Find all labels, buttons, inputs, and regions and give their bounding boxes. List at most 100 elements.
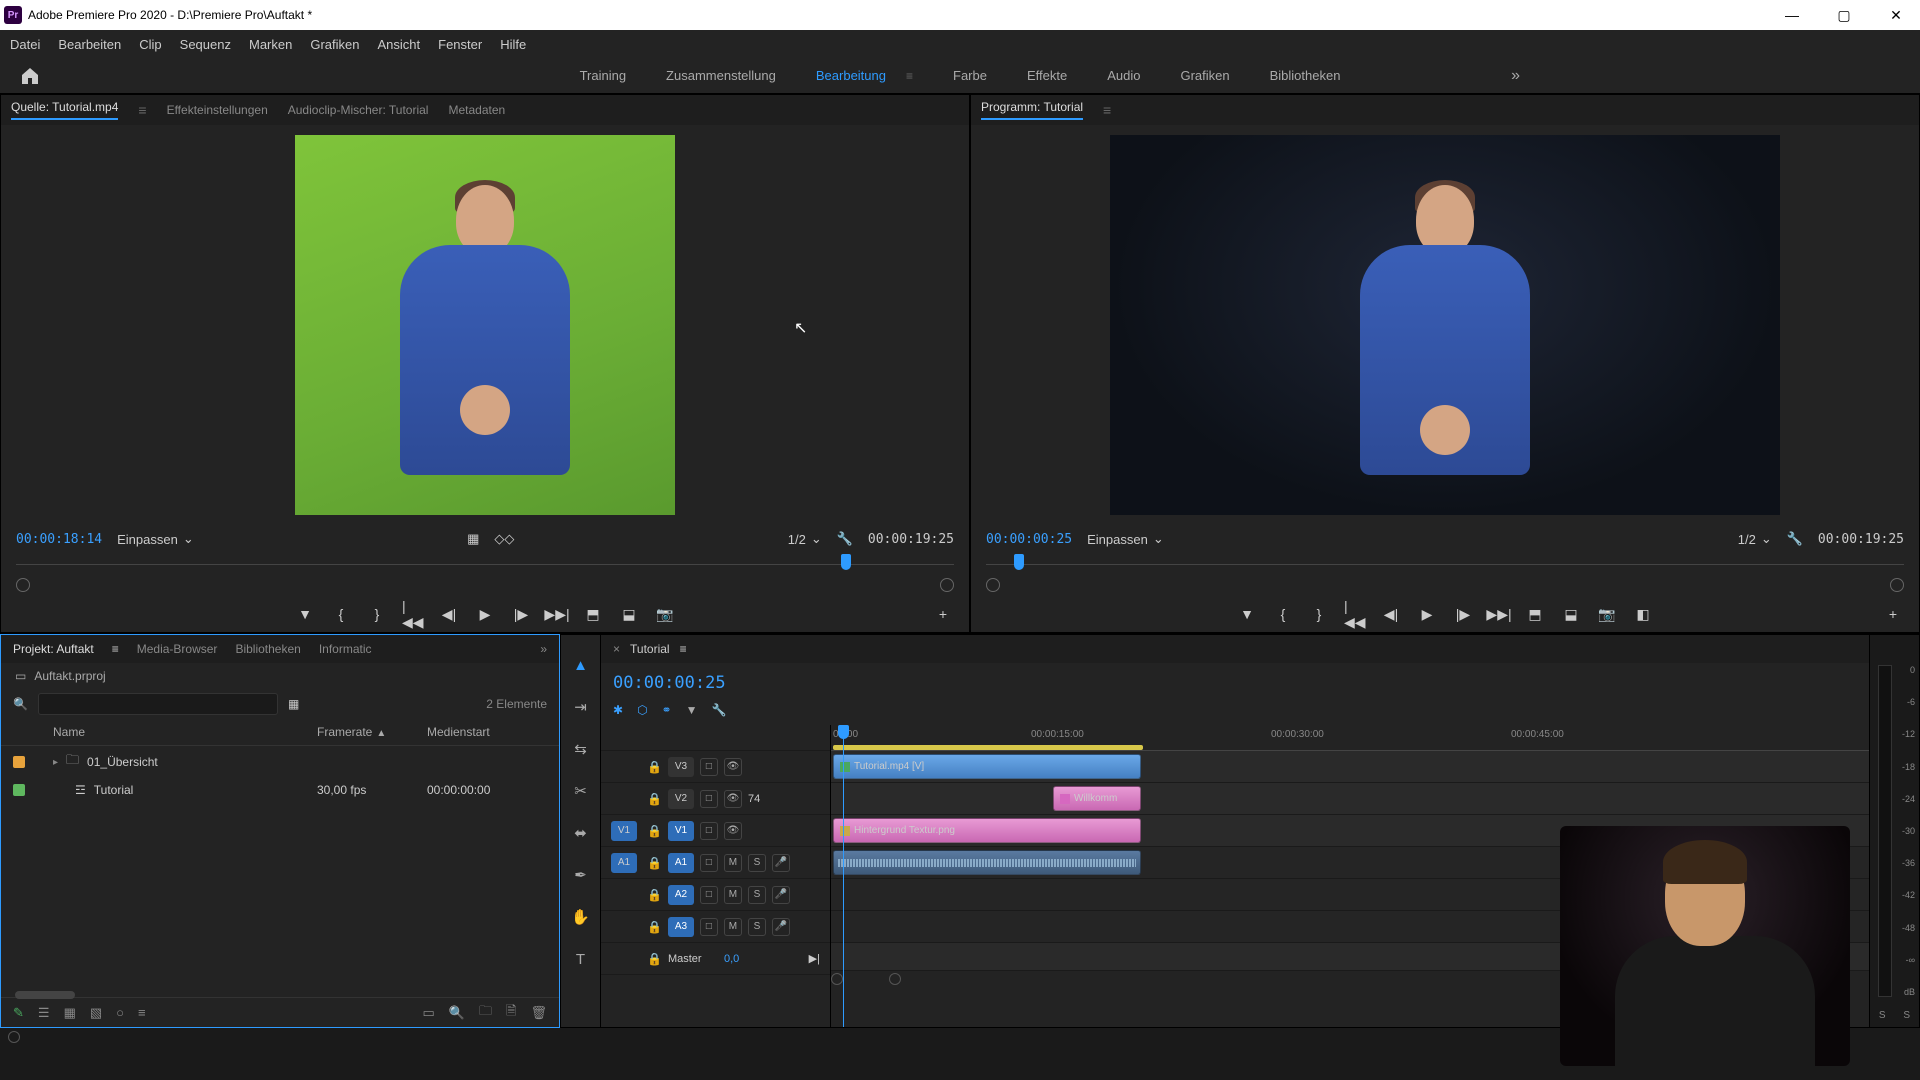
track-header-v2[interactable]: 🔒 V2 □ 👁 74 xyxy=(601,783,830,815)
eye-icon[interactable]: 👁 xyxy=(724,822,742,840)
add-marker-icon[interactable]: ▼ xyxy=(1236,603,1258,625)
delete-icon[interactable]: 🗑 xyxy=(530,1005,547,1021)
auto-match-icon[interactable]: ▭ xyxy=(423,1005,435,1021)
eye-icon[interactable]: 👁 xyxy=(724,790,742,808)
home-icon[interactable] xyxy=(20,67,40,85)
tab-info[interactable]: Informatic xyxy=(319,642,372,656)
linked-selection-icon[interactable]: ⚭ xyxy=(662,703,672,717)
menu-clip[interactable]: Clip xyxy=(139,37,161,52)
step-forward-icon[interactable]: |▶ xyxy=(1452,603,1474,625)
playhead-handle[interactable] xyxy=(838,725,849,739)
menu-grafiken[interactable]: Grafiken xyxy=(310,37,359,52)
write-icon[interactable]: ✎ xyxy=(13,1005,24,1021)
workspace-farbe[interactable]: Farbe xyxy=(953,68,987,83)
program-tab[interactable]: Programm: Tutorial xyxy=(981,100,1083,120)
ripple-edit-tool-icon[interactable]: ⇆ xyxy=(569,737,593,761)
pen-tool-icon[interactable]: ✒ xyxy=(569,863,593,887)
mark-out-icon[interactable]: } xyxy=(366,603,388,625)
source-patch-v1[interactable]: V1 xyxy=(611,821,637,841)
selection-tool-icon[interactable]: ▲ xyxy=(569,653,593,677)
lock-icon[interactable]: 🔒 xyxy=(647,888,662,902)
slip-tool-icon[interactable]: ⬌ xyxy=(569,821,593,845)
tab-audio-mixer[interactable]: Audioclip-Mischer: Tutorial xyxy=(288,103,429,117)
wrench-icon[interactable]: 🔧 xyxy=(837,531,853,547)
horizontal-scrollbar[interactable] xyxy=(15,991,75,999)
menu-ansicht[interactable]: Ansicht xyxy=(377,37,420,52)
workspace-training[interactable]: Training xyxy=(580,68,626,83)
voiceover-icon[interactable]: 🎤 xyxy=(772,854,790,872)
freeform-icon[interactable]: ▦ xyxy=(288,697,299,711)
add-marker-icon[interactable]: ▼ xyxy=(294,603,316,625)
sequence-menu-icon[interactable]: ≡ xyxy=(680,642,687,656)
new-item-icon[interactable]: 🗎 xyxy=(506,1002,516,1024)
tab-effect-controls[interactable]: Effekteinstellungen xyxy=(167,103,268,117)
tab-media-browser[interactable]: Media-Browser xyxy=(137,642,218,656)
sort-icon[interactable]: ≡ xyxy=(138,1005,146,1020)
sync-lock-icon[interactable]: □ xyxy=(700,758,718,776)
hand-tool-icon[interactable]: ✋ xyxy=(569,905,593,929)
track-header-a1[interactable]: A1 🔒 A1 □ M S 🎤 xyxy=(601,847,830,879)
project-tabs-overflow-icon[interactable]: » xyxy=(540,642,547,656)
close-button[interactable]: ✕ xyxy=(1876,2,1916,28)
source-patch-a1[interactable]: A1 xyxy=(611,853,637,873)
export-frame-icon[interactable]: 📷 xyxy=(654,603,676,625)
workspace-overflow-icon[interactable]: » xyxy=(1511,67,1520,85)
voiceover-icon[interactable]: 🎤 xyxy=(772,886,790,904)
solo-right[interactable]: S xyxy=(1903,1010,1910,1021)
workspace-audio[interactable]: Audio xyxy=(1107,68,1140,83)
export-frame-icon[interactable]: 📷 xyxy=(1596,603,1618,625)
lift-icon[interactable]: ⬒ xyxy=(1524,603,1546,625)
project-item-folder[interactable]: ▸🗀01_Übersicht xyxy=(1,746,559,778)
menu-bearbeiten[interactable]: Bearbeiten xyxy=(58,37,121,52)
go-to-out-icon[interactable]: ▶▶| xyxy=(546,603,568,625)
comparison-view-icon[interactable]: ◧ xyxy=(1632,603,1654,625)
close-sequence-icon[interactable]: × xyxy=(613,642,620,656)
icon-view-icon[interactable]: ▦ xyxy=(64,1005,76,1021)
insert-icon[interactable]: ⬒ xyxy=(582,603,604,625)
mute-button[interactable]: M xyxy=(724,854,742,872)
step-forward-icon[interactable]: |▶ xyxy=(510,603,532,625)
marker-icon[interactable]: ▼ xyxy=(686,703,698,717)
program-scrubber[interactable] xyxy=(986,554,1904,574)
source-tab-menu-icon[interactable]: ≡ xyxy=(138,102,146,118)
timeline-ruler[interactable]: 00:00 00:00:15:00 00:00:30:00 00:00:45:0… xyxy=(831,725,1869,751)
menu-fenster[interactable]: Fenster xyxy=(438,37,482,52)
type-tool-icon[interactable]: T xyxy=(569,947,593,971)
project-tab-menu-icon[interactable]: ≡ xyxy=(112,642,119,656)
solo-button[interactable]: S xyxy=(748,886,766,904)
sync-lock-icon[interactable]: □ xyxy=(700,822,718,840)
mark-out-icon[interactable]: } xyxy=(1308,603,1330,625)
col-medienstart[interactable]: Medienstart xyxy=(427,725,547,739)
source-scrubber[interactable] xyxy=(16,554,954,574)
sync-lock-icon[interactable]: □ xyxy=(700,886,718,904)
solo-left[interactable]: S xyxy=(1879,1010,1886,1021)
source-resolution-select[interactable]: 1/2 ⌄ xyxy=(788,531,822,547)
source-zoom-bar[interactable] xyxy=(16,578,954,592)
play-audio-icon[interactable]: ▶| xyxy=(809,952,820,965)
find-icon[interactable]: 🔍 xyxy=(449,1005,465,1021)
button-editor-icon[interactable]: + xyxy=(1882,603,1904,625)
master-gain[interactable]: 0,0 xyxy=(724,953,739,965)
col-framerate[interactable]: Framerate▲ xyxy=(317,725,427,739)
track-header-master[interactable]: 🔒 Master 0,0 ▶| xyxy=(601,943,830,975)
project-item-sequence[interactable]: ☲Tutorial 30,00 fps 00:00:00:00 xyxy=(1,778,559,802)
button-editor-icon[interactable]: + xyxy=(932,603,954,625)
solo-button[interactable]: S xyxy=(748,854,766,872)
clip-audio[interactable] xyxy=(833,850,1141,875)
menu-datei[interactable]: Datei xyxy=(10,37,40,52)
settings-icon[interactable]: 🔧 xyxy=(712,703,727,717)
track-select-tool-icon[interactable]: ⇥ xyxy=(569,695,593,719)
mute-button[interactable]: M xyxy=(724,886,742,904)
go-to-out-icon[interactable]: ▶▶| xyxy=(1488,603,1510,625)
project-search-input[interactable] xyxy=(38,693,278,715)
program-viewer[interactable] xyxy=(971,125,1919,524)
go-to-in-icon[interactable]: |◀◀ xyxy=(402,603,424,625)
new-bin-icon[interactable]: 🗀 xyxy=(479,1002,492,1024)
work-area-bar[interactable] xyxy=(833,745,1143,750)
insert-overwrite-icon[interactable]: ▦ xyxy=(467,531,479,547)
tab-project[interactable]: Projekt: Auftakt xyxy=(13,642,94,656)
list-view-icon[interactable]: ☰ xyxy=(38,1005,50,1021)
freeform-view-icon[interactable]: ▧ xyxy=(90,1005,102,1021)
sequence-name-tab[interactable]: Tutorial xyxy=(630,642,670,656)
track-lane-v2[interactable]: Willkomm xyxy=(831,783,1869,815)
